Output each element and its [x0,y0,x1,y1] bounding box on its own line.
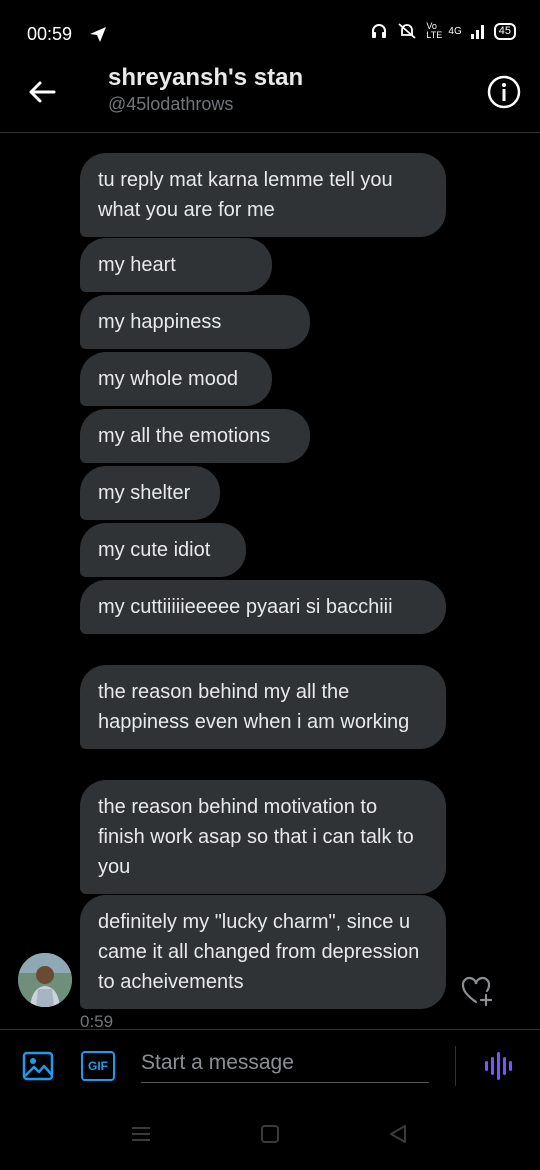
signal-icon [470,25,484,39]
message-timestamp: 0:59 [80,1012,114,1029]
home-icon[interactable] [260,1124,280,1144]
recents-menu-icon[interactable] [131,1124,151,1144]
message-bubble[interactable]: definitely my "lucky charm", since u cam… [80,895,446,1009]
message-bubble[interactable]: my shelter [80,466,220,520]
image-icon[interactable] [22,1050,54,1082]
volte-label: Vo LTE [426,21,443,40]
composer-divider [455,1046,456,1086]
network-label: 4G [448,25,462,37]
message-bubble[interactable]: the reason behind motivation to finish w… [80,780,446,894]
back-arrow-icon[interactable] [24,74,60,110]
conversation-header: shreyansh's stan @45lodathrows [0,56,540,133]
status-icons: Vo LTE 4G 45 [370,22,516,40]
heart-add-icon[interactable] [460,975,494,1007]
message-bubble[interactable]: the reason behind my all the happiness e… [80,665,446,749]
message-bubble[interactable]: my heart [80,238,272,292]
message-input[interactable] [141,1044,429,1083]
avatar-image [18,953,72,1007]
message-bubble[interactable]: my whole mood [80,352,272,406]
avatar[interactable] [18,953,72,1007]
battery-indicator: 45 [493,22,516,40]
message-bubble[interactable]: my cuttiiiiieeeee pyaari si bacchiii [80,580,446,634]
back-triangle-icon[interactable] [388,1124,408,1144]
telegram-send-icon [90,27,106,42]
conversation-handle[interactable]: @45lodathrows [108,94,233,115]
system-nav-bar [0,1100,540,1170]
conversation-title[interactable]: shreyansh's stan [108,64,303,92]
message-bubble[interactable]: my happiness [80,295,310,349]
message-composer: GIF [0,1029,540,1100]
message-list[interactable]: tu reply mat karna lemme tell you what y… [0,133,540,1029]
info-icon[interactable] [486,74,522,110]
headphones-icon [372,24,387,38]
status-time: 00:59 [27,24,73,44]
message-bubble[interactable]: my cute idiot [80,523,246,577]
mute-bell-icon [398,23,416,39]
message-bubble[interactable]: tu reply mat karna lemme tell you what y… [80,153,446,237]
voice-icon[interactable] [482,1050,514,1082]
gif-button[interactable]: GIF [81,1051,115,1081]
message-bubble[interactable]: my all the emotions [80,409,310,463]
